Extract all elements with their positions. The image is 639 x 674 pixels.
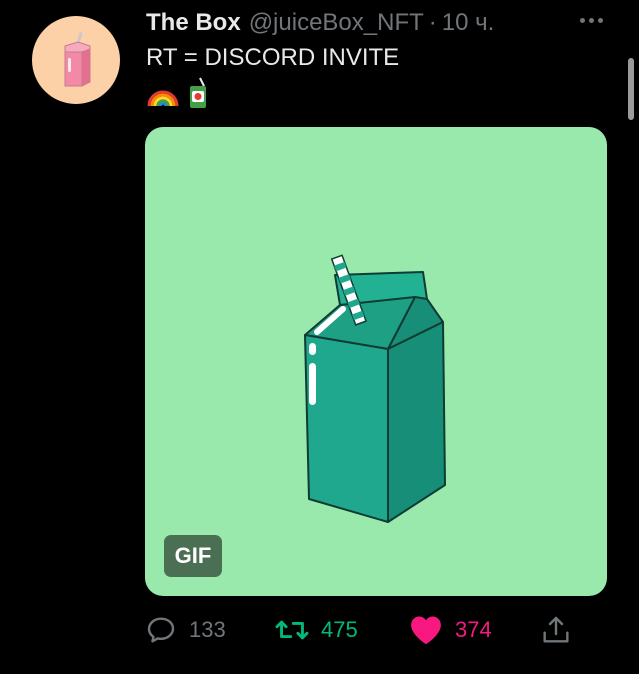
author-name[interactable]: The Box [146,9,241,37]
retweet-icon [275,620,309,640]
author-handle[interactable]: @juiceBox_NFT [249,9,424,37]
emoji-row [146,76,210,110]
share-button[interactable] [540,610,572,650]
reply-count: 133 [189,617,226,642]
share-icon [543,616,569,643]
scrollbar[interactable] [628,58,634,120]
like-count: 374 [455,617,492,642]
like-button[interactable]: 374 [409,610,492,650]
juice-carton-avatar-icon [64,31,91,87]
juice-box-emoji-icon [190,77,206,108]
avatar[interactable] [32,16,120,104]
rainbow-emoji-icon [147,90,179,107]
more-dot [597,17,603,23]
gif-badge: GIF [164,535,222,577]
reply-icon [147,617,175,643]
tweet-header: The Box @juiceBox_NFT · 10 ч. [146,8,494,38]
retweet-count: 475 [321,617,358,642]
tweet-text: RT = DISCORD INVITE [146,44,400,71]
milk-carton-illustration [304,254,446,523]
more-dot [588,17,594,23]
retweet-button[interactable]: 475 [275,610,358,650]
more-options-icon[interactable] [576,8,606,32]
reply-button[interactable]: 133 [145,610,226,650]
separator-dot: · [428,9,437,36]
timestamp[interactable]: 10 ч. [442,9,495,37]
more-dot [579,17,585,23]
tweet-actions: 133 475 374 [145,610,585,650]
heart-icon [411,616,441,645]
gif-media[interactable]: GIF [145,127,607,596]
